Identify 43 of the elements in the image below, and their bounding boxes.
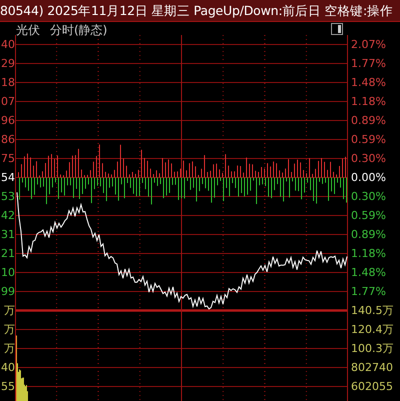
axis-label: 2.07% (351, 37, 387, 53)
axis-label: 29 (1, 56, 15, 72)
axis-label: 1.77% (351, 56, 387, 72)
axis-label: 75 (1, 151, 15, 167)
axis-label: 万 (4, 322, 15, 338)
axis-label: 1.18% (351, 246, 387, 262)
axis-label: 07 (1, 94, 15, 110)
axis-label: 0.59% (351, 132, 387, 148)
chart-mode-label: 分时(静态) (50, 23, 108, 37)
axis-label: 55 (1, 379, 15, 395)
axis-label: 10 (1, 265, 15, 281)
axis-label: 1.48% (351, 265, 387, 281)
axis-label: 42 (1, 208, 15, 224)
sector-label: 光伏 (16, 23, 40, 37)
axis-label: 0.59% (351, 208, 387, 224)
axis-label: 100.3万 (351, 341, 394, 357)
axis-label: 40 (1, 360, 15, 376)
axis-label: 万 (4, 303, 15, 319)
axis-label: 54 (1, 170, 15, 186)
axis-label: 18 (1, 75, 15, 91)
axis-label: 31 (1, 227, 15, 243)
volume-bars-drawing (16, 336, 28, 401)
axis-label: 万 (4, 341, 15, 357)
axis-label: 0.30% (351, 151, 387, 167)
axis-label: 53 (1, 189, 15, 205)
axis-label: 21 (1, 246, 15, 262)
axis-label: 0.89% (351, 113, 387, 129)
axis-label: 0.30% (351, 189, 387, 205)
axis-label: 0.89% (351, 227, 387, 243)
axis-label: 140.5万 (351, 303, 394, 319)
axis-label: 1.48% (351, 75, 387, 91)
axis-label: 1.77% (351, 284, 387, 300)
axis-label: 40 (1, 37, 15, 53)
axis-label: 96 (1, 113, 15, 129)
axis-label: 86 (1, 132, 15, 148)
axis-label: 0.00% (351, 170, 387, 186)
axis-label: 602055 (351, 379, 394, 395)
axis-label: 120.4万 (351, 322, 394, 338)
axis-label: 802740 (351, 360, 394, 376)
axis-label: 99 (1, 284, 15, 300)
panel-toggle-icon[interactable] (331, 23, 343, 35)
window-title: 80544) 2025年11月12日 星期三 PageUp/Down:前后日 空格键:操作 (0, 0, 400, 22)
axis-label: 1.18% (351, 94, 387, 110)
